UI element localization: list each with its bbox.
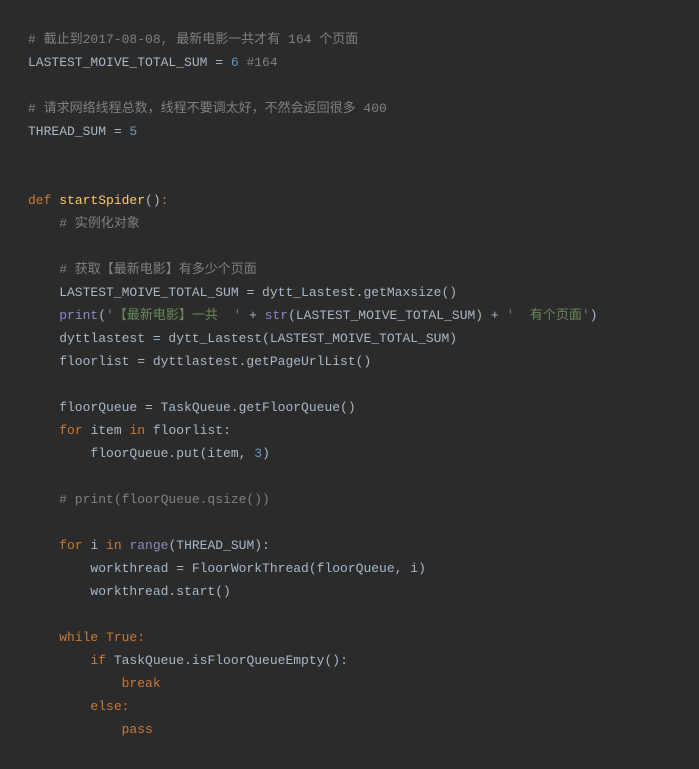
line-5: THREAD_SUM = 5 xyxy=(28,120,671,143)
line-9: # 实例化对象 xyxy=(28,212,671,235)
close-paren: ) xyxy=(590,308,598,323)
stmt: floorlist = dyttlastest.getPageUrlList() xyxy=(28,354,371,369)
stmt: floorQueue = TaskQueue.getFloorQueue() xyxy=(28,400,356,415)
line-6-blank xyxy=(28,143,671,166)
code-block: # 截止到2017-08-08, 最新电影一共才有 164 个页面 LASTES… xyxy=(28,28,671,741)
string-literal: '【最新电影】一共 ' xyxy=(106,308,241,323)
num-literal: 6 xyxy=(231,55,239,70)
line-27: while True: xyxy=(28,626,671,649)
string-literal: ' 有个页面' xyxy=(507,308,590,323)
inline-comment: #164 xyxy=(239,55,278,70)
condition: TaskQueue.isFloorQueueEmpty(): xyxy=(114,653,348,668)
range-args: (THREAD_SUM): xyxy=(168,538,269,553)
line-10-blank xyxy=(28,235,671,258)
line-3-blank xyxy=(28,74,671,97)
loop-var: i xyxy=(90,538,106,553)
for-keyword: for xyxy=(59,423,90,438)
line-29: break xyxy=(28,672,671,695)
line-2: LASTEST_MOIVE_TOTAL_SUM = 6 #164 xyxy=(28,51,671,74)
close-paren: ) xyxy=(262,446,270,461)
colon: : xyxy=(161,193,169,208)
line-8: def startSpider(): xyxy=(28,189,671,212)
line-19: floorQueue.put(item, 3) xyxy=(28,442,671,465)
indent xyxy=(28,722,122,737)
comma: , xyxy=(395,561,411,576)
else-keyword: else xyxy=(90,699,121,714)
indent xyxy=(28,538,59,553)
var-name: LASTEST_MOIVE_TOTAL_SUM xyxy=(28,55,207,70)
line-13: print('【最新电影】一共 ' + str(LASTEST_MOIVE_TO… xyxy=(28,304,671,327)
line-12: LASTEST_MOIVE_TOTAL_SUM = dytt_Lastest.g… xyxy=(28,281,671,304)
line-28: if TaskQueue.isFloorQueueEmpty(): xyxy=(28,649,671,672)
true-keyword: True xyxy=(106,630,137,645)
line-26-blank xyxy=(28,603,671,626)
for-keyword: for xyxy=(59,538,90,553)
plus-op: + xyxy=(241,308,264,323)
var-name: THREAD_SUM xyxy=(28,124,106,139)
str-args: (LASTEST_MOIVE_TOTAL_SUM) xyxy=(288,308,483,323)
line-18: for item in floorlist: xyxy=(28,419,671,442)
in-keyword: in xyxy=(129,423,152,438)
line-16-blank xyxy=(28,373,671,396)
break-keyword: break xyxy=(122,676,161,691)
comma: , xyxy=(239,446,255,461)
while-keyword: while xyxy=(59,630,106,645)
function-name: startSpider xyxy=(59,193,145,208)
call: floorQueue.put(item xyxy=(28,446,239,461)
pass-keyword: pass xyxy=(122,722,153,737)
arg: i) xyxy=(410,561,426,576)
expr: dytt_Lastest.getMaxsize() xyxy=(254,285,457,300)
line-31: pass xyxy=(28,718,671,741)
line-24: workthread = FloorWorkThread(floorQueue,… xyxy=(28,557,671,580)
line-15: floorlist = dyttlastest.getPageUrlList() xyxy=(28,350,671,373)
line-1: # 截止到2017-08-08, 最新电影一共才有 164 个页面 xyxy=(28,28,671,51)
str-builtin: str xyxy=(265,308,288,323)
range-builtin: range xyxy=(129,538,168,553)
indent xyxy=(28,699,90,714)
indent xyxy=(28,308,59,323)
num-literal: 3 xyxy=(254,446,262,461)
line-30: else: xyxy=(28,695,671,718)
num-literal: 5 xyxy=(129,124,137,139)
loop-var: item xyxy=(90,423,129,438)
print-builtin: print xyxy=(59,308,98,323)
line-21: # print(floorQueue.qsize()) xyxy=(28,488,671,511)
def-keyword: def xyxy=(28,193,59,208)
line-25: workthread.start() xyxy=(28,580,671,603)
line-7-blank xyxy=(28,166,671,189)
plus-op: + xyxy=(483,308,506,323)
line-17: floorQueue = TaskQueue.getFloorQueue() xyxy=(28,396,671,419)
indent xyxy=(28,653,90,668)
colon: : xyxy=(137,630,145,645)
comment-text: # print(floorQueue.qsize()) xyxy=(28,492,270,507)
iterable: floorlist: xyxy=(153,423,231,438)
open-paren: ( xyxy=(98,308,106,323)
line-23: for i in range(THREAD_SUM): xyxy=(28,534,671,557)
comment-text: # 获取【最新电影】有多少个页面 xyxy=(28,262,257,277)
colon: : xyxy=(122,699,130,714)
comment-text: # 截止到2017-08-08, 最新电影一共才有 164 个页面 xyxy=(28,32,358,47)
assign-op: = xyxy=(207,55,230,70)
stmt: workthread = FloorWorkThread(floorQueue xyxy=(28,561,395,576)
stmt: workthread.start() xyxy=(28,584,231,599)
line-4: # 请求网络线程总数，线程不要调太好，不然会返回很多 400 xyxy=(28,97,671,120)
comment-text: # 实例化对象 xyxy=(28,216,140,231)
parens: () xyxy=(145,193,161,208)
stmt: dyttlastest = dytt_Lastest(LASTEST_MOIVE… xyxy=(28,331,457,346)
indent xyxy=(28,630,59,645)
if-keyword: if xyxy=(90,653,113,668)
assign-op: = xyxy=(106,124,129,139)
in-keyword: in xyxy=(106,538,129,553)
indent xyxy=(28,676,122,691)
stmt: LASTEST_MOIVE_TOTAL_SUM xyxy=(28,285,246,300)
line-22-blank xyxy=(28,511,671,534)
line-11: # 获取【最新电影】有多少个页面 xyxy=(28,258,671,281)
indent xyxy=(28,423,59,438)
line-14: dyttlastest = dytt_Lastest(LASTEST_MOIVE… xyxy=(28,327,671,350)
comment-text: # 请求网络线程总数，线程不要调太好，不然会返回很多 400 xyxy=(28,101,387,116)
line-20-blank xyxy=(28,465,671,488)
